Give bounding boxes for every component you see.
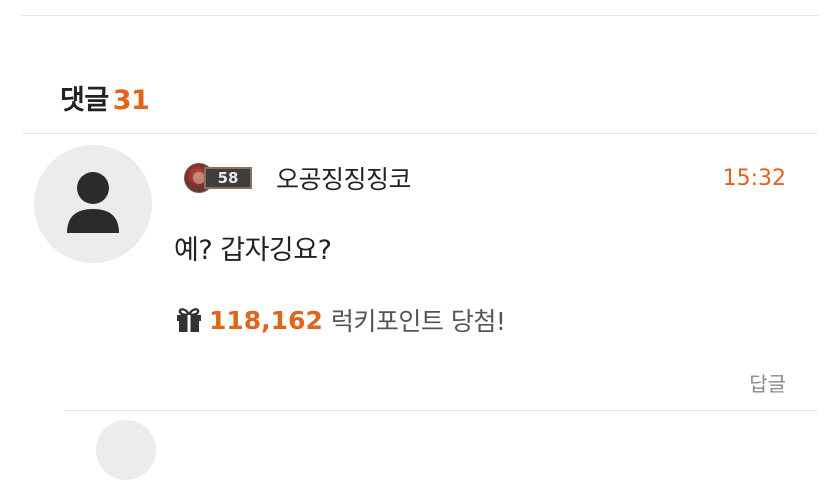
user-silhouette-icon [67,172,119,233]
comment-divider [64,410,818,411]
lucky-points-label: 럭키포인트 당첨! [330,307,506,336]
lucky-point-notice: 118,162 럭키포인트 당첨! [174,302,506,338]
user-level-badge: 58 [184,163,268,193]
comments-header: 댓글 31 [60,78,150,117]
gift-icon [177,308,201,332]
nickname[interactable]: 오공징징징코 [276,160,412,196]
header-divider [22,133,818,134]
avatar[interactable] [34,145,152,263]
comment-text: 예? 갑자깅요? [174,235,332,266]
next-comment-avatar[interactable] [96,420,156,480]
top-divider [22,15,818,16]
user-level: 58 [204,167,252,189]
comment-time: 15:32 [722,166,786,191]
lucky-points-value: 118,162 [209,305,323,335]
comments-header-label: 댓글 [60,85,109,116]
comments-count: 31 [112,85,150,116]
reply-button[interactable]: 답글 [749,368,786,397]
